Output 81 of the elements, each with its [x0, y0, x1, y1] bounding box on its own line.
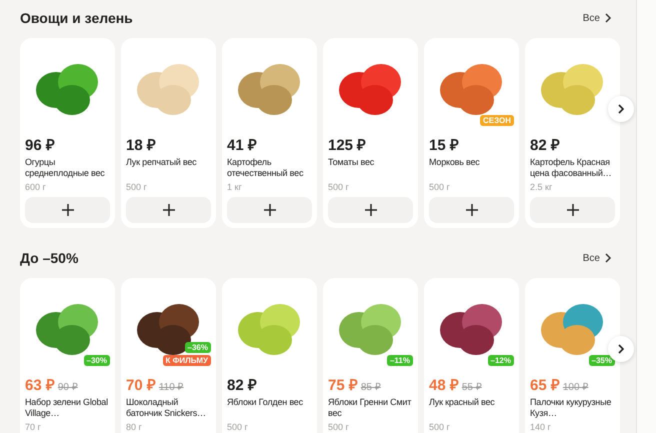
product-weight: 500 г [328, 422, 350, 432]
product-name: Томаты вес [328, 157, 376, 169]
old-price: 55 ₽ [462, 381, 482, 393]
add-to-cart-button[interactable] [126, 197, 211, 223]
product-price: 70 ₽ [126, 376, 156, 394]
product-price: 125 ₽ [328, 136, 366, 154]
plus-icon [466, 204, 478, 216]
product-price: 18 ₽ [126, 136, 156, 154]
product-badge: К ФИЛЬМУ [162, 355, 211, 366]
product-name: Картофель Красная цена фасованный… [530, 157, 612, 179]
product-weight: 2.5 кг [530, 182, 554, 192]
product-price: 48 ₽ [429, 376, 459, 394]
add-to-cart-button[interactable] [530, 197, 615, 223]
product-card[interactable]: 125 ₽ Томаты вес 500 г [323, 38, 418, 228]
add-to-cart-button[interactable] [25, 197, 110, 223]
product-card[interactable]: –35% 65 ₽ 100 ₽ Палочки кукурузные Кузя… 140 г [525, 278, 620, 433]
product-price: 63 ₽ [25, 376, 55, 394]
product-name: Картофель отечественный вес [227, 157, 304, 179]
add-to-cart-button[interactable] [227, 197, 312, 223]
product-card[interactable]: 82 ₽ Картофель Красная цена фасованный… 2.5 кг [525, 38, 620, 228]
product-badge: –35% [588, 355, 615, 366]
product-name: Морковь вес [429, 157, 481, 169]
product-badge: –12% [488, 355, 514, 366]
product-weight: 500 г [429, 422, 451, 432]
product-price: 15 ₽ [429, 136, 459, 154]
product-card[interactable]: 82 ₽ Яблоки Голден вес 500 г [222, 278, 317, 433]
product-card[interactable]: –30% 63 ₽ 90 ₽ Набор зелени Global Village… 70 г [20, 278, 115, 433]
product-price: 41 ₽ [227, 136, 257, 154]
old-price: 85 ₽ [360, 381, 381, 393]
product-badge: –36% [184, 342, 211, 353]
plus-icon [566, 204, 578, 216]
see-all-link[interactable]: Все [582, 252, 612, 264]
old-price: 90 ₽ [58, 381, 78, 393]
product-weight: 140 г [530, 422, 552, 432]
product-card[interactable]: –11% 75 ₽ 85 ₽ Яблоки Гренни Смит вес 500 г [323, 278, 418, 433]
section-title: До –50% [20, 250, 78, 266]
old-price: 100 ₽ [562, 381, 588, 393]
product-weight: 600 г [25, 182, 47, 192]
product-card[interactable]: 41 ₽ Картофель отечественный вес 1 кг [222, 38, 317, 228]
product-weight: 500 г [227, 422, 249, 432]
product-price: 75 ₽ [328, 376, 358, 394]
next-arrow-button[interactable] [608, 96, 634, 122]
product-name: Палочки кукурузные Кузя… [530, 397, 612, 419]
product-weight: 1 кг [227, 182, 243, 192]
see-all-link[interactable]: Все [582, 12, 612, 24]
product-name: Шоколадный батончик Snickers… [126, 397, 207, 419]
product-weight: 500 г [429, 182, 451, 192]
product-price: 65 ₽ [530, 376, 560, 394]
add-to-cart-button[interactable] [328, 197, 413, 223]
product-name: Яблоки Гренни Смит вес [328, 397, 412, 419]
plus-icon [162, 204, 174, 216]
old-price: 110 ₽ [158, 381, 184, 393]
product-name: Лук репчатый вес [126, 157, 198, 169]
add-to-cart-button[interactable] [429, 197, 514, 223]
plus-icon [364, 204, 376, 216]
product-weight: 80 г [126, 422, 143, 432]
plus-icon [62, 204, 74, 216]
chevron-right-icon [604, 13, 612, 23]
product-weight: 500 г [126, 182, 148, 192]
product-weight: 500 г [328, 182, 350, 192]
chevron-right-icon [604, 253, 612, 263]
product-badge: –11% [386, 355, 413, 366]
product-name: Набор зелени Global Village… [25, 397, 109, 419]
product-card[interactable]: –12% 48 ₽ 55 ₽ Лук красный вес 500 г [424, 278, 519, 433]
product-card[interactable]: СЕЗОН 15 ₽ Морковь вес 500 г [424, 38, 519, 228]
product-name: Лук красный вес [429, 397, 496, 409]
product-card[interactable]: 18 ₽ Лук репчатый вес 500 г [121, 38, 216, 228]
product-badge: СЕЗОН [480, 115, 514, 126]
product-card[interactable]: –36% К ФИЛЬМУ 70 ₽ 110 ₽ Шоколадный батончик Snickers… 80 г [121, 278, 216, 433]
chevron-right-icon [617, 344, 625, 354]
product-badge: –30% [84, 355, 110, 366]
product-price: 82 ₽ [530, 136, 560, 154]
product-price: 96 ₽ [25, 136, 55, 154]
section-title: Овощи и зелень [20, 10, 133, 26]
plus-icon [264, 204, 276, 216]
chevron-right-icon [617, 104, 625, 114]
product-name: Яблоки Голден вес [227, 397, 304, 409]
product-name: Огурцы среднеплодные вес [25, 157, 106, 179]
product-card[interactable]: 96 ₽ Огурцы среднеплодные вес 600 г [20, 38, 115, 228]
product-price: 82 ₽ [227, 376, 257, 394]
product-weight: 70 г [25, 422, 42, 432]
